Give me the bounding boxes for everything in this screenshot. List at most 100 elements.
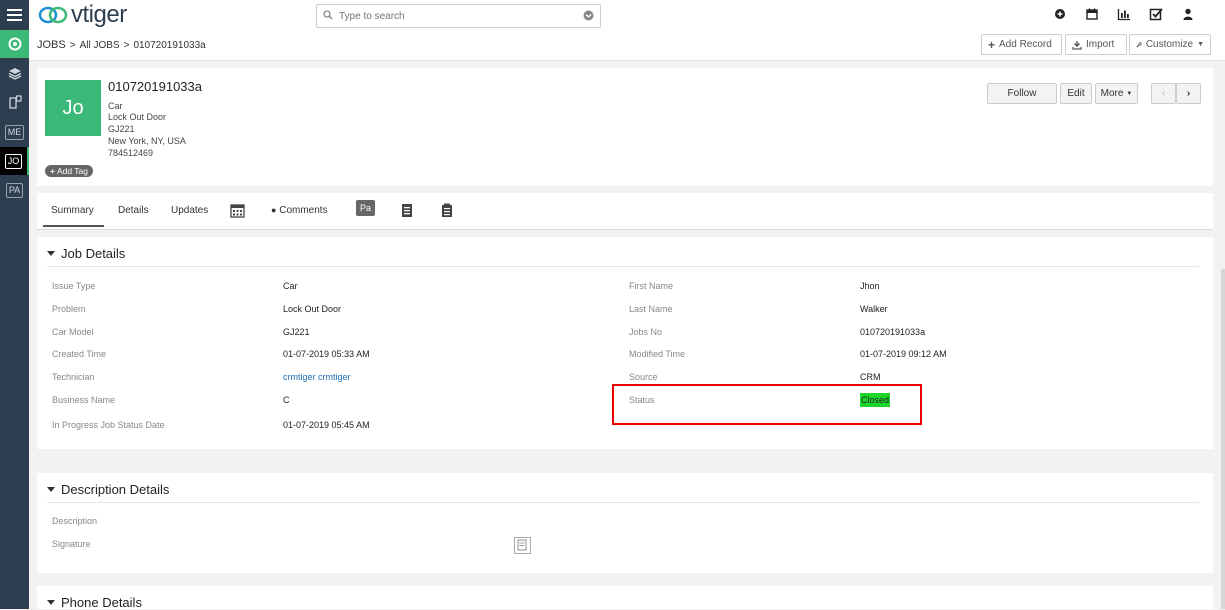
tab-calendar[interactable] <box>230 202 245 221</box>
phone-details-header[interactable]: Phone Details <box>47 595 142 610</box>
sidebar-item-home[interactable] <box>0 30 29 58</box>
divider <box>47 266 1199 267</box>
field-value[interactable]: Jhon <box>860 281 880 291</box>
field-value[interactable]: GJ221 <box>283 327 310 337</box>
quick-create-icon[interactable] <box>1053 7 1067 21</box>
avatar: Jo <box>45 80 101 136</box>
sidebar-item-layers[interactable] <box>0 59 29 87</box>
sidebar-item-pa[interactable]: PA <box>0 176 29 204</box>
tab-updates[interactable]: Updates <box>171 205 208 216</box>
tab-pa[interactable]: Pa <box>356 200 376 216</box>
sidebar-item-label: ME <box>4 124 25 140</box>
home-circle-icon <box>8 37 21 51</box>
panel-title: Description Details <box>61 482 170 497</box>
technician-link[interactable]: crmtiger crmtiger <box>283 372 351 382</box>
tab-comments[interactable]: ● Comments <box>271 205 328 216</box>
field-value: 01-07-2019 09:12 AM <box>860 349 947 359</box>
add-tag-label: Add Tag <box>56 166 89 176</box>
plus-icon: + <box>988 37 996 52</box>
app-logo[interactable]: vtiger <box>38 1 127 28</box>
document-icon <box>402 204 412 217</box>
panel-title: Phone Details <box>61 595 142 610</box>
description-details-header[interactable]: Description Details <box>47 482 169 497</box>
panel-title: Job Details <box>61 246 126 261</box>
customize-label: Customize <box>1145 39 1194 50</box>
tab-details[interactable]: Details <box>118 205 149 216</box>
breadcrumb-bar: JOBS > All JOBS >010720191033a + Add Record … <box>29 30 1225 61</box>
job-details-header[interactable]: Job Details <box>47 246 125 261</box>
field-label: Problem <box>52 304 86 314</box>
field-value[interactable]: Walker <box>860 304 888 314</box>
edit-button[interactable]: Edit <box>1060 83 1092 104</box>
logo-text: vtiger <box>71 1 127 28</box>
calendar-icon <box>230 204 245 218</box>
next-record-button[interactable]: › <box>1176 83 1201 104</box>
field-label: First Name <box>629 281 674 291</box>
field-label: Car Model <box>52 327 94 337</box>
breadcrumb-separator: > <box>123 40 130 51</box>
search-input[interactable] <box>337 7 581 25</box>
tab-comments-label: Comments <box>279 205 328 216</box>
field-value: 01-07-2019 05:33 AM <box>283 349 370 359</box>
sidebar-item-jobs[interactable]: JO <box>0 147 29 175</box>
field-value[interactable]: C <box>283 395 290 405</box>
tab-notes[interactable] <box>441 203 453 221</box>
record-subline: 784512469 <box>108 148 154 158</box>
add-tag-button[interactable]: + Add Tag <box>45 165 94 177</box>
menu-icon[interactable] <box>0 0 29 30</box>
field-value[interactable]: Car <box>283 281 298 291</box>
breadcrumb-record: 010720191033a <box>133 40 206 51</box>
record-subline: GJ221 <box>108 124 135 134</box>
description-details-panel: Description Details Description Signatur… <box>37 473 1213 573</box>
page-scrollbar[interactable] <box>1221 269 1225 609</box>
wrench-icon <box>1136 41 1142 47</box>
field-label: Description <box>52 516 98 526</box>
user-icon[interactable] <box>1181 7 1195 21</box>
collapse-caret-icon <box>47 487 55 492</box>
download-icon <box>1072 40 1082 50</box>
breadcrumb-list[interactable]: All JOBS <box>80 40 120 51</box>
breadcrumb-module[interactable]: JOBS <box>37 39 66 51</box>
status-highlight-box <box>612 384 922 425</box>
field-label: Signature <box>52 539 91 549</box>
field-value[interactable]: 01-07-2019 05:45 AM <box>283 420 370 430</box>
caret-down-icon: ▼ <box>1197 41 1204 48</box>
import-button[interactable]: Import <box>1065 34 1127 55</box>
field-value[interactable]: Lock Out Door <box>283 304 341 314</box>
plus-icon: + <box>50 166 55 176</box>
sidebar-item-devices[interactable] <box>0 88 29 116</box>
comment-icon: ● <box>271 205 277 215</box>
calendar-icon[interactable] <box>1085 7 1099 21</box>
tasks-icon[interactable] <box>1149 7 1163 21</box>
more-label: More <box>1100 88 1124 99</box>
chevron-left-icon: ‹ <box>1161 88 1166 99</box>
collapse-caret-icon <box>47 251 55 256</box>
breadcrumb-separator: > <box>69 40 76 51</box>
sidebar-item-label: PA <box>5 182 24 198</box>
notes-icon <box>442 203 452 217</box>
field-label: Created Time <box>52 349 107 359</box>
caret-down-icon: ▼ <box>1126 90 1133 97</box>
add-record-button[interactable]: + Add Record <box>981 34 1062 55</box>
vtiger-logo-icon <box>38 6 68 24</box>
more-button[interactable]: More ▼ <box>1095 83 1138 104</box>
tab-documents[interactable] <box>401 203 413 221</box>
sidebar-item-me[interactable]: ME <box>0 118 29 146</box>
global-search[interactable] <box>316 4 601 28</box>
field-label: Business Name <box>52 395 116 405</box>
tab-summary[interactable]: Summary <box>43 205 104 227</box>
field-value[interactable]: CRM <box>860 372 881 382</box>
field-label: Jobs No <box>629 327 663 337</box>
field-label: Last Name <box>629 304 673 314</box>
customize-button[interactable]: Customize ▼ <box>1129 34 1211 55</box>
previous-record-button[interactable]: ‹ <box>1151 83 1176 104</box>
add-record-label: Add Record <box>999 39 1052 50</box>
sidebar: ME JO PA <box>0 30 29 609</box>
reports-icon[interactable] <box>1117 7 1131 21</box>
search-options-icon[interactable] <box>583 10 594 21</box>
signature-image-icon[interactable] <box>514 537 531 554</box>
follow-button[interactable]: Follow <box>987 83 1057 104</box>
breadcrumb: JOBS > All JOBS >010720191033a <box>37 39 206 51</box>
field-label: Source <box>629 372 658 382</box>
record-tabs: Summary Details Updates ● Comments Pa <box>37 193 1213 230</box>
